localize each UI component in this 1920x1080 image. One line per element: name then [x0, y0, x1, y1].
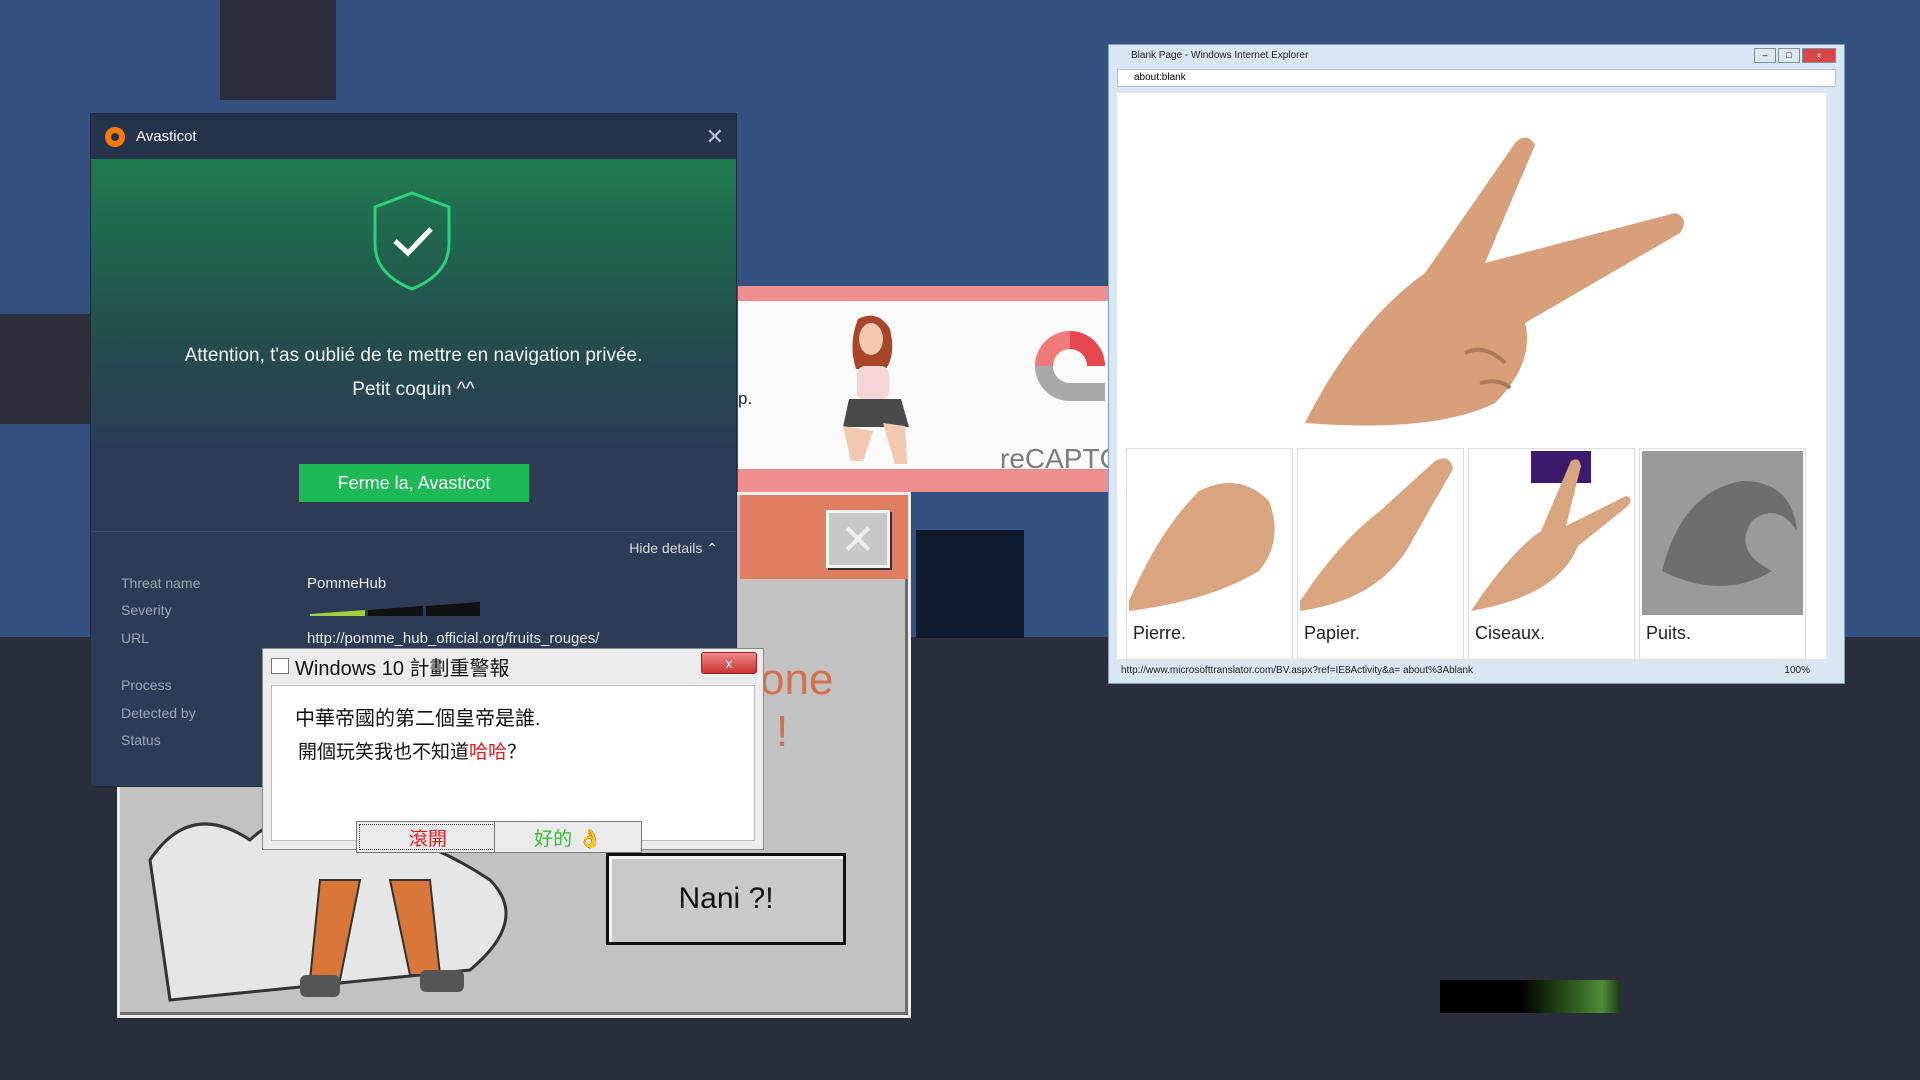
card-label: Pierre. [1133, 623, 1187, 643]
divider [91, 531, 736, 532]
ie-content: Pierre. Papier. Ciseaux. Puits. [1117, 93, 1826, 660]
alert-line2-red: 哈哈 [469, 742, 508, 763]
paper-hand-image [1300, 458, 1453, 611]
choice-card-pierre[interactable]: Pierre. [1126, 448, 1293, 660]
avast-hero: Attention, t'as oublié de te mettre en n… [91, 159, 736, 531]
avast-close-icon[interactable]: ✕ [706, 124, 724, 150]
avast-message: Attention, t'as oublié de te mettre en n… [91, 339, 736, 407]
avast-logo-icon [105, 126, 125, 147]
ie-address-bar[interactable]: about:blank [1117, 69, 1836, 87]
threat-name-label: Threat name [121, 575, 201, 591]
ok-hand-icon: 👌 [578, 827, 602, 850]
hide-details-link[interactable]: Hide details ⌃ [629, 540, 718, 557]
ie-window: Blank Page - Windows Internet Explorer –… [1108, 44, 1845, 684]
avast-title: Avasticot [136, 128, 197, 145]
avast-message-line1: Attention, t'as oublié de te mettre en n… [184, 345, 643, 366]
windows-alert-titlebar: Windows 10 計劃重警報 [263, 649, 763, 683]
scissors-hand-small-image [1471, 451, 1631, 611]
scissors-hand-image [1305, 137, 1684, 426]
detected-by-label: Detected by [121, 705, 196, 721]
close-avasticot-button[interactable]: Ferme la, Avasticot [299, 464, 529, 502]
windows-alert-close-button[interactable]: x [701, 652, 757, 674]
threat-name-value: PommeHub [307, 575, 387, 592]
alert-line1: 中華帝國的第二個皇帝是誰. [295, 708, 541, 730]
well-hand-image [1642, 451, 1803, 615]
window-icon [271, 658, 289, 674]
glitch-bar [1440, 980, 1620, 1013]
ie-status-bar: http://www.microsofttranslator.com/BV.as… [1117, 663, 1836, 679]
shield-check-icon [373, 191, 451, 291]
alert-line2-text: 開個玩笑我也不知道 [298, 742, 470, 763]
severity-label: Severity [121, 602, 172, 618]
glitch-block [916, 530, 1024, 638]
minimize-button[interactable]: – [1754, 48, 1776, 63]
card-label: Papier. [1304, 623, 1361, 643]
ie-close-button[interactable]: x [1802, 48, 1836, 63]
choice-card-puits[interactable]: Puits. [1639, 448, 1806, 660]
status-url: http://www.microsofttranslator.com/BV.as… [1121, 665, 1474, 676]
retro-close-button[interactable]: ✕ [826, 510, 890, 568]
retro-text-line1: one [760, 655, 834, 704]
rock-hand-image [1129, 483, 1275, 611]
alert-line2: 開個玩笑我也不知道哈哈？ [298, 737, 526, 764]
ie-title: Blank Page - Windows Internet Explorer [1131, 49, 1309, 61]
card-label: Puits. [1646, 623, 1692, 643]
url-value: http://pomme_hub_official.org/fruits_rou… [307, 630, 600, 647]
status-label: Status [121, 732, 161, 748]
glitch-block [220, 0, 336, 100]
captcha-partial-text: p. [738, 389, 753, 408]
nani-button[interactable]: Nani ?! [606, 853, 846, 945]
card-label: Ciseaux. [1475, 623, 1546, 643]
recaptcha-logo-icon [1035, 331, 1105, 401]
ie-titlebar: Blank Page - Windows Internet Explorer [1109, 45, 1844, 65]
process-label: Process [121, 677, 172, 693]
leave-button[interactable]: 滾開 [356, 821, 500, 853]
severity-meter [310, 602, 480, 616]
alert-line2-suffix: ？ [507, 742, 527, 763]
ok-label: 好的 [534, 827, 573, 850]
ie-window-controls: – □ x [1754, 48, 1836, 63]
maximize-button[interactable]: □ [1778, 48, 1800, 63]
zoom-level[interactable]: 100% [1784, 663, 1810, 679]
windows-alert-dialog: Windows 10 計劃重警報 x 中華帝國的第二個皇帝是誰. 開個玩笑我也不… [262, 648, 764, 853]
woman-image [843, 315, 909, 464]
glitch-block [0, 314, 90, 424]
avast-message-line2: Petit coquin ^^ [352, 379, 475, 400]
choice-card-papier[interactable]: Papier. [1297, 448, 1464, 660]
ok-button[interactable]: 好的 👌 [494, 821, 642, 853]
captcha-panel: p. reCAPTC [738, 286, 1120, 492]
avast-titlebar: Avasticot ✕ [91, 114, 736, 159]
recaptcha-label: reCAPTC [1000, 443, 1120, 474]
url-label: URL [121, 630, 150, 646]
choice-card-ciseaux[interactable]: Ciseaux. [1468, 448, 1635, 660]
windows-alert-title: Windows 10 計劃重警報 [295, 657, 510, 680]
windows-alert-body: 中華帝國的第二個皇帝是誰. 開個玩笑我也不知道哈哈？ 滾開 好的 👌 [271, 685, 755, 853]
